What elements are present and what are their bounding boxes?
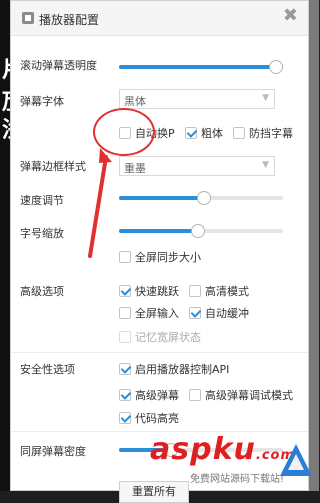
opacity-label: 滚动弹幕透明度 [20,59,97,72]
code-highlight-checkbox[interactable]: 代码高亮 [119,410,179,426]
advanced-danmaku-checkbox[interactable]: 高级弹幕 [119,387,179,403]
fullscreen-sync-checkbox[interactable]: 全屏同步大小 [119,249,201,265]
speed-slider[interactable] [119,191,283,205]
subtitle-block-checkbox[interactable]: 防挡字幕 [233,125,293,141]
settings-icon [22,12,34,24]
fullscreen-input-checkbox[interactable]: 全屏输入 [119,305,179,321]
watermark-brand: aspku.com [150,432,296,467]
remember-widescreen-checkbox[interactable]: 记忆宽屏状态 [119,329,201,345]
font-select[interactable]: 黑体 ▼ [119,89,275,109]
font-label: 弹幕字体 [20,95,64,108]
fast-jump-checkbox[interactable]: 快速跳跃 [119,283,179,299]
player-api-checkbox[interactable]: 启用播放器控制API [119,361,229,377]
dialog-titlebar: 播放器配置 ✖ [11,1,308,36]
player-config-dialog: 播放器配置 ✖ 滚动弹幕透明度 弹幕字体 黑体 ▼ 自动换P 粗体 防挡字幕 弹… [10,0,309,503]
density-label: 同屏弹幕密度 [20,445,86,458]
dialog-title: 播放器配置 [39,13,100,27]
border-style-label: 弹幕边框样式 [20,160,86,173]
watermark-logo: aspku.com 免费网站源码下载站! [150,432,320,491]
border-style-value: 重墨 [124,162,146,175]
auto-buffer-checkbox[interactable]: 自动缓冲 [189,305,249,321]
opacity-slider[interactable] [119,60,283,74]
advanced-danmaku-debug-checkbox[interactable]: 高级弹幕调试模式 [189,387,293,403]
slider-handle[interactable] [197,191,211,205]
slider-handle[interactable] [269,60,283,74]
window-scrollbar[interactable] [309,0,319,491]
speed-label: 速度调节 [20,194,64,207]
security-label: 安全性选项 [20,363,75,376]
font-select-value: 黑体 [124,95,146,108]
chevron-down-icon: ▼ [262,93,269,103]
advanced-label: 高级选项 [20,285,64,298]
slider-handle[interactable] [191,224,205,238]
section-divider [11,352,308,353]
watermark-subtitle: 免费网站源码下载站! [190,474,285,485]
font-scale-slider[interactable] [119,224,283,238]
close-icon[interactable]: ✖ [283,7,298,25]
bold-checkbox[interactable]: 粗体 [185,125,223,141]
font-scale-label: 字号缩放 [20,227,64,240]
hd-mode-checkbox[interactable]: 高清模式 [189,283,249,299]
border-style-select[interactable]: 重墨 ▼ [119,156,275,176]
flag-icon [280,444,312,476]
chevron-down-icon: ▼ [262,160,269,170]
annotation-circle [93,108,155,156]
